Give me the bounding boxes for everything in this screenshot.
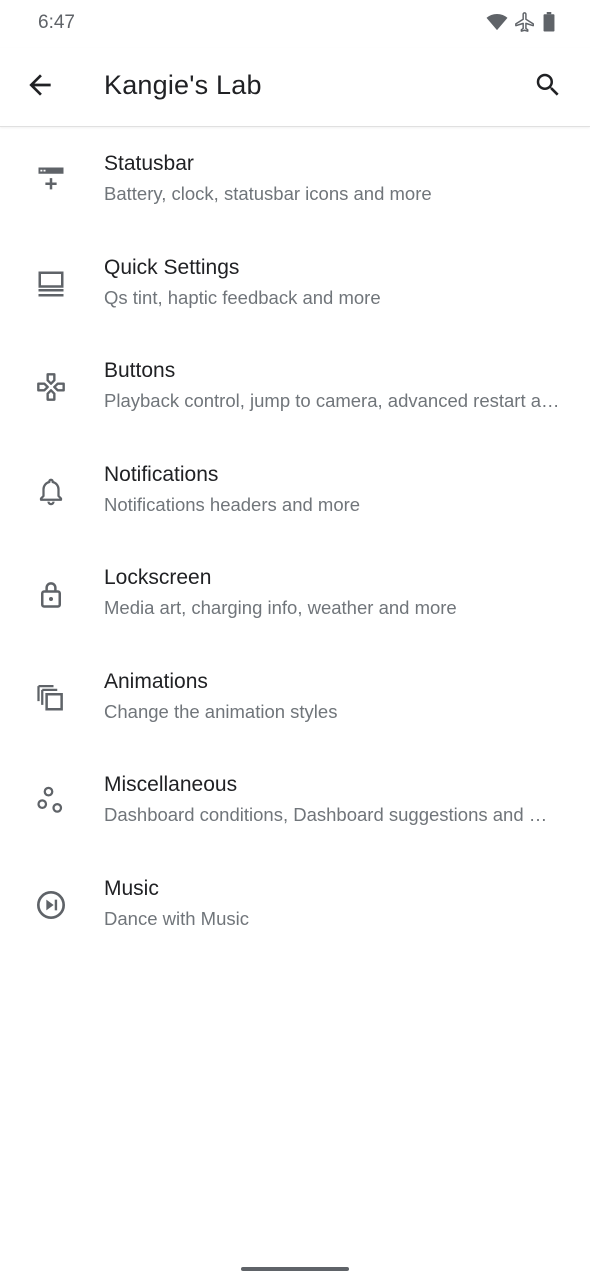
- status-bar: 6:47: [0, 0, 590, 48]
- item-summary: Battery, clock, statusbar icons and more: [104, 183, 432, 204]
- settings-item-miscellaneous[interactable]: Miscellaneous Dashboard conditions, Dash…: [0, 748, 590, 852]
- airplane-icon: [514, 11, 536, 33]
- back-button[interactable]: [18, 65, 62, 109]
- item-title: Music: [104, 876, 159, 900]
- bubbles-icon: [34, 784, 68, 818]
- settings-item-animations[interactable]: Animations Change the animation styles: [0, 645, 590, 749]
- item-summary: Playback control, jump to camera, advanc…: [104, 390, 562, 411]
- page-title: Kangie's Lab: [104, 70, 262, 100]
- settings-item-buttons[interactable]: Buttons Playback control, jump to camera…: [0, 334, 590, 438]
- status-icons: [486, 11, 556, 33]
- search-icon: [533, 70, 563, 105]
- app-toolbar: Kangie's Lab: [0, 48, 590, 127]
- item-title: Buttons: [104, 359, 176, 382]
- settings-item-quick-settings[interactable]: Quick Settings Qs tint, haptic feedback …: [0, 231, 590, 335]
- play-pause-icon: [34, 888, 68, 922]
- bell-icon: [34, 474, 68, 508]
- lock-icon: [34, 577, 68, 611]
- statusbar-icon: [34, 163, 68, 197]
- item-summary: Dance with Music: [104, 907, 249, 929]
- quick-settings-icon: [34, 267, 68, 301]
- settings-list: Statusbar Battery, clock, statusbar icon…: [0, 127, 590, 955]
- status-time: 6:47: [38, 12, 75, 33]
- wifi-icon: [486, 12, 508, 32]
- item-title: Miscellaneous: [104, 773, 238, 796]
- item-summary: Media art, charging info, weather and mo…: [104, 597, 457, 618]
- item-title: Notifications: [104, 462, 219, 486]
- settings-item-statusbar[interactable]: Statusbar Battery, clock, statusbar icon…: [0, 127, 590, 231]
- item-summary: Qs tint, haptic feedback and more: [104, 286, 381, 308]
- item-summary: Notifications headers and more: [104, 493, 361, 515]
- item-title: Quick Settings: [104, 255, 240, 279]
- settings-item-notifications[interactable]: Notifications Notifications headers and …: [0, 438, 590, 542]
- search-button[interactable]: [526, 65, 570, 109]
- gamepad-icon: [34, 370, 68, 404]
- item-title: Animations: [104, 669, 208, 693]
- item-title: Statusbar: [104, 152, 194, 175]
- settings-item-music[interactable]: Music Dance with Music: [0, 852, 590, 956]
- settings-item-lockscreen[interactable]: Lockscreen Media art, charging info, wea…: [0, 541, 590, 645]
- layers-icon: [34, 681, 68, 715]
- battery-icon: [542, 12, 556, 32]
- gesture-nav-handle[interactable]: [241, 1267, 349, 1271]
- item-title: Lockscreen: [104, 566, 212, 589]
- item-summary: Dashboard conditions, Dashboard suggesti…: [104, 804, 562, 825]
- arrow-back-icon: [24, 69, 56, 106]
- item-summary: Change the animation styles: [104, 700, 338, 722]
